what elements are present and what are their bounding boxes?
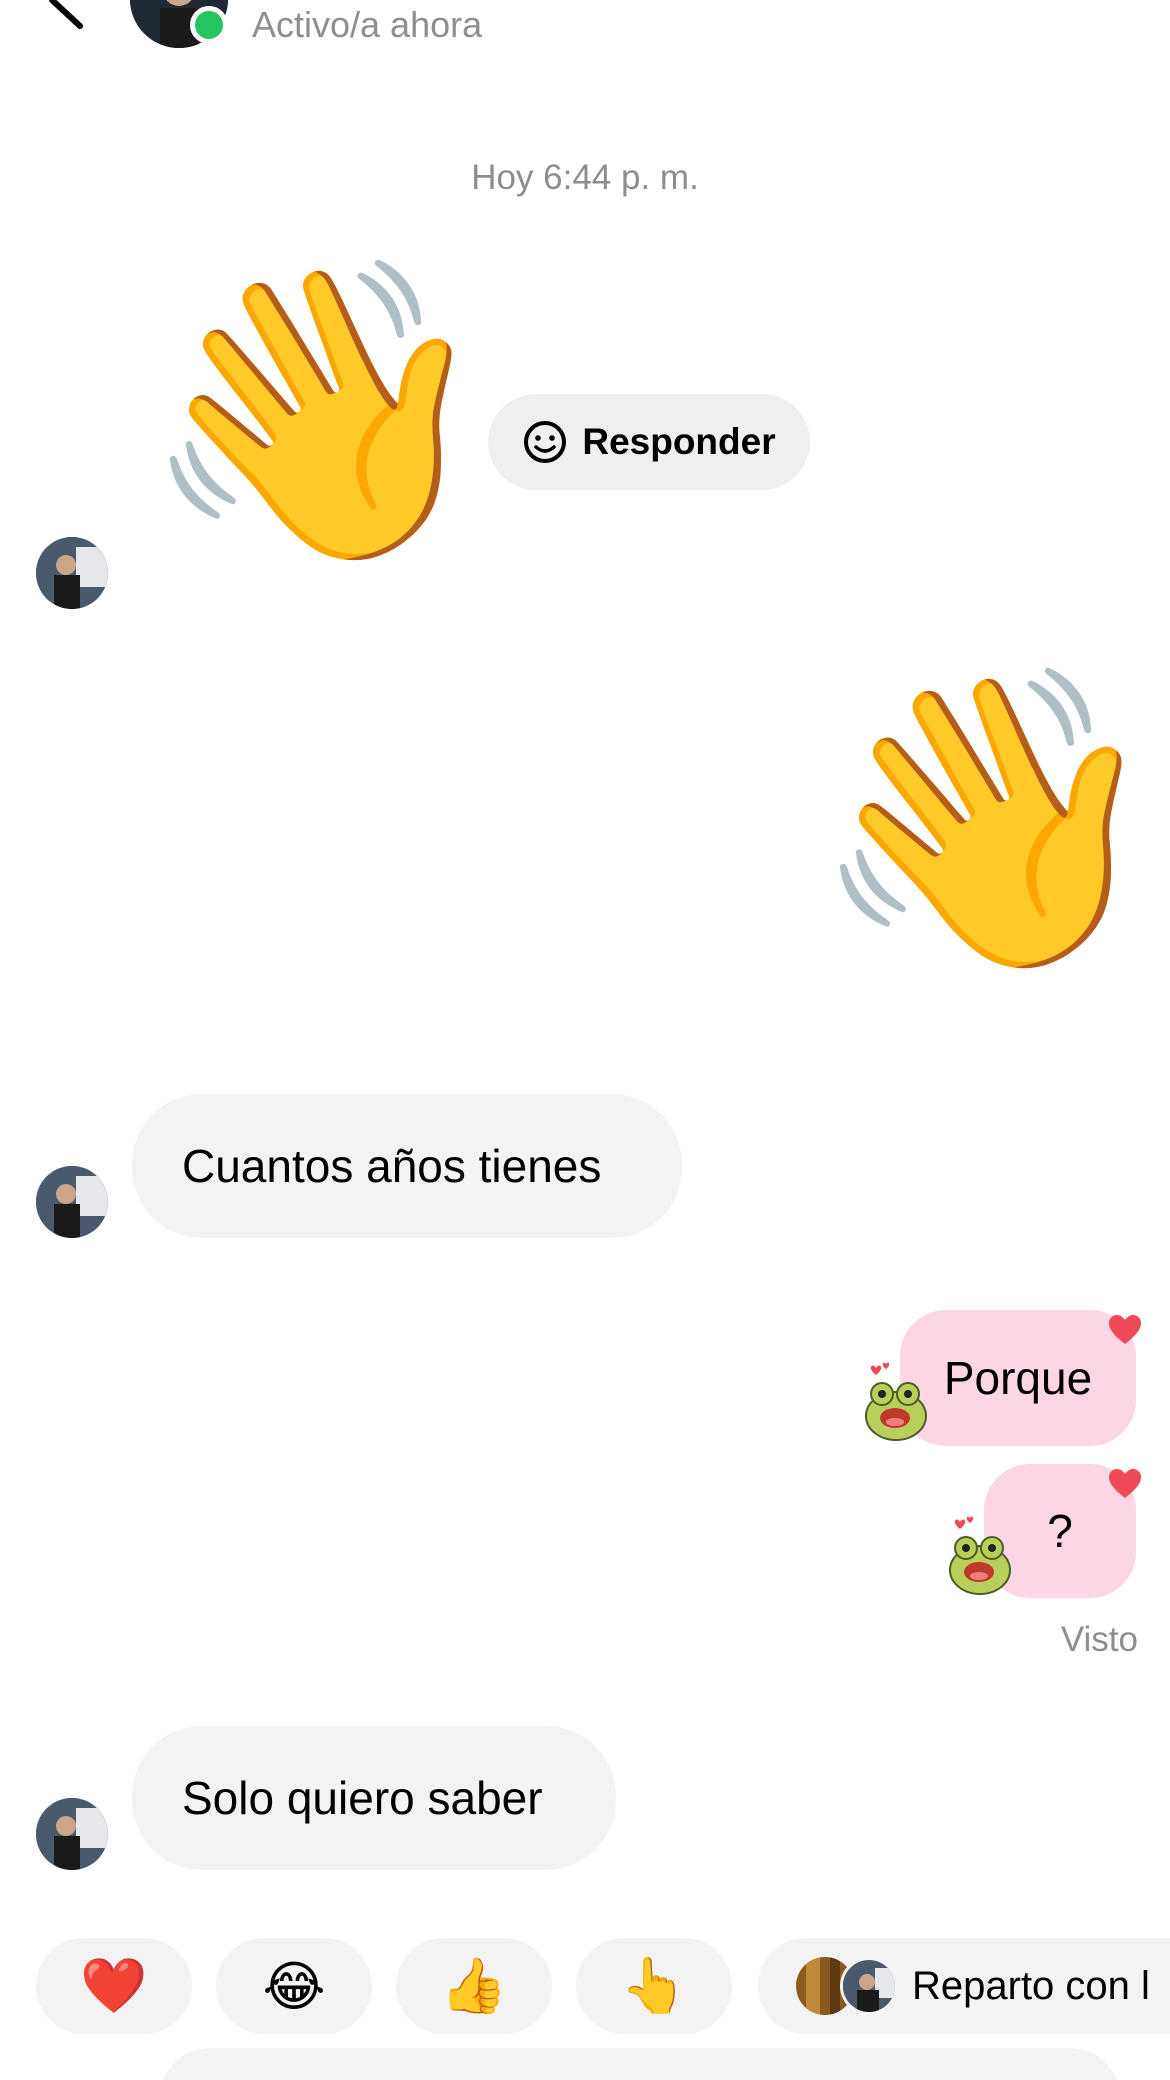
quick-reaction-heart[interactable]: ❤️ <box>36 1938 192 2034</box>
online-indicator <box>190 6 228 44</box>
more-horizontal-icon[interactable] <box>1050 0 1120 6</box>
suggestion-avatar <box>840 1957 898 2015</box>
message-bubble-incoming[interactable]: Solo quiero saber <box>132 1726 616 1870</box>
message-text: ? <box>1047 1505 1073 1557</box>
smiley-icon <box>524 421 567 463</box>
share-suggestion-label: Reparto con l <box>912 1963 1150 2008</box>
chat-screen: Activo/a ahora Hoy 6:44 p. m. 👋 Responde… <box>0 0 1170 2080</box>
message-composer[interactable] <box>160 2048 1120 2080</box>
quick-reaction-point-up[interactable]: 👆 <box>576 1938 732 2034</box>
heart-reaction-icon[interactable] <box>1108 1314 1142 1346</box>
avatar[interactable] <box>36 537 108 609</box>
seen-status: Visto <box>1060 1620 1138 1659</box>
avatar[interactable] <box>36 1798 108 1870</box>
message-text: Cuantos años tienes <box>182 1140 602 1192</box>
message-text: Porque <box>943 1352 1093 1404</box>
frog-sticker-icon <box>949 1516 1011 1595</box>
chat-timestamp: Hoy 6:44 p. m. <box>471 158 699 197</box>
message-bubble-outgoing[interactable]: Porque <box>900 1310 1136 1446</box>
avatar[interactable] <box>36 1166 108 1238</box>
quick-reaction-thumbs-up[interactable]: 👍 <box>396 1938 552 2034</box>
message-text: Solo quiero saber <box>182 1772 543 1824</box>
reply-chip[interactable]: Responder <box>488 394 810 490</box>
message-emoji-incoming[interactable]: 👋 <box>138 268 499 558</box>
quick-reaction-laugh[interactable]: 😂 <box>216 1938 372 2034</box>
active-status: Activo/a ahora <box>252 4 483 45</box>
quick-reactions-bar: ❤️ 😂 👍 👆 Reparto con l <box>0 1938 1170 2038</box>
message-emoji-outgoing[interactable]: 👋 <box>808 676 1169 966</box>
frog-sticker-icon <box>865 1362 927 1441</box>
message-bubble-incoming[interactable]: Cuantos años tienes <box>132 1094 682 1238</box>
chevron-left-icon[interactable] <box>40 0 100 30</box>
share-suggestion-chip[interactable]: Reparto con l <box>758 1938 1170 2034</box>
heart-reaction-icon[interactable] <box>1108 1468 1142 1500</box>
reply-chip-label: Responder <box>582 421 776 462</box>
